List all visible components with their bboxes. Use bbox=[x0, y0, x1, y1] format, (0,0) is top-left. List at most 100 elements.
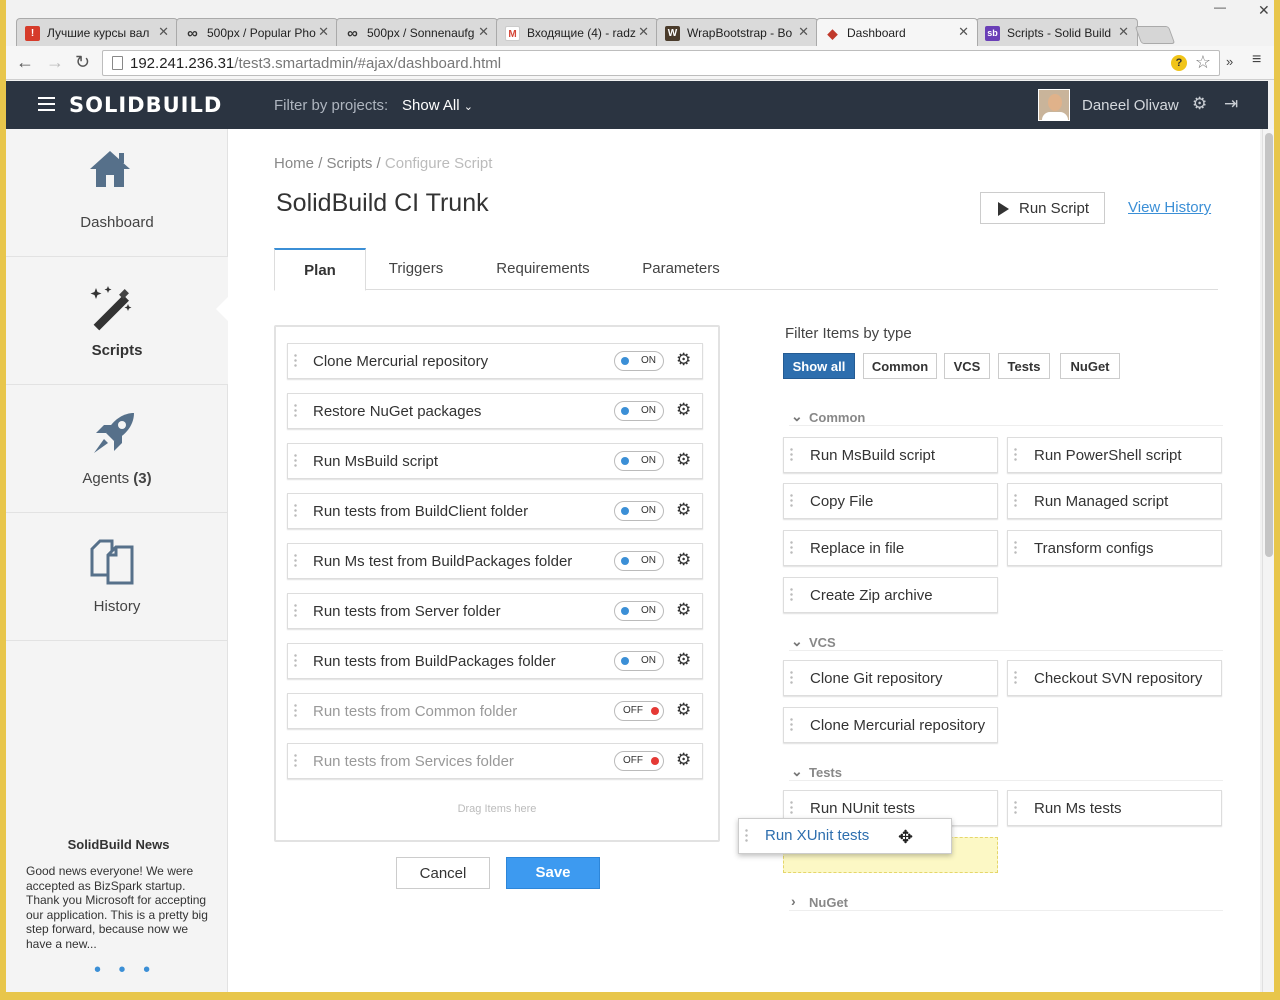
browser-tab[interactable]: M Входящие (4) - radz ✕ bbox=[496, 18, 658, 46]
library-item[interactable]: Replace in file bbox=[783, 530, 998, 566]
toggle-switch[interactable]: OFF bbox=[614, 751, 664, 771]
library-item[interactable]: Checkout SVN repository bbox=[1007, 660, 1222, 696]
drag-handle-icon[interactable] bbox=[1014, 800, 1017, 816]
plan-item[interactable]: Run MsBuild script ON ⚙ bbox=[287, 443, 703, 479]
forward-arrow-icon[interactable]: → bbox=[46, 52, 64, 73]
toggle-switch[interactable]: OFF bbox=[614, 701, 664, 721]
filter-nuget-button[interactable]: NuGet bbox=[1060, 353, 1120, 379]
close-icon[interactable]: ✕ bbox=[158, 24, 169, 40]
drag-handle-icon[interactable] bbox=[745, 828, 748, 844]
run-script-button[interactable]: Run Script bbox=[980, 192, 1105, 224]
plan-item[interactable]: Run tests from BuildPackages folder ON ⚙ bbox=[287, 643, 703, 679]
library-item[interactable]: Run Managed script bbox=[1007, 483, 1222, 519]
drag-handle-icon[interactable] bbox=[790, 540, 793, 556]
breadcrumb-home[interactable]: Home bbox=[274, 155, 314, 172]
reload-icon[interactable]: ↻ bbox=[75, 52, 90, 73]
bookmark-star-icon[interactable]: ☆ bbox=[1195, 52, 1211, 73]
browser-tab[interactable]: ∞ 500px / Sonnenaufg ✕ bbox=[336, 18, 498, 46]
close-icon[interactable]: ✕ bbox=[318, 24, 329, 40]
drag-handle-icon[interactable] bbox=[790, 670, 793, 686]
plan-item[interactable]: Run tests from Server folder ON ⚙ bbox=[287, 593, 703, 629]
gear-icon[interactable]: ⚙ bbox=[676, 750, 691, 770]
library-item[interactable]: Copy File bbox=[783, 483, 998, 519]
filter-show-all-button[interactable]: Show all bbox=[783, 353, 855, 379]
close-icon[interactable]: ✕ bbox=[478, 24, 489, 40]
drag-handle-icon[interactable] bbox=[294, 753, 297, 769]
drag-handle-icon[interactable] bbox=[790, 493, 793, 509]
new-tab-button[interactable] bbox=[1134, 26, 1176, 44]
drag-handle-icon[interactable] bbox=[294, 453, 297, 469]
cancel-button[interactable]: Cancel bbox=[396, 857, 490, 889]
menu-icon[interactable]: ≡ bbox=[1252, 51, 1261, 69]
toggle-switch[interactable]: ON bbox=[614, 401, 664, 421]
library-item[interactable]: Run Ms tests bbox=[1007, 790, 1222, 826]
plan-item[interactable]: Run tests from Services folder OFF ⚙ bbox=[287, 743, 703, 779]
sidebar-item-agents[interactable]: Agents (3) bbox=[6, 385, 228, 513]
sidebar-item-scripts[interactable]: Scripts bbox=[6, 257, 228, 385]
toggle-switch[interactable]: ON bbox=[614, 451, 664, 471]
toggle-switch[interactable]: ON bbox=[614, 551, 664, 571]
tab-plan[interactable]: Plan bbox=[274, 248, 366, 291]
browser-tab[interactable]: W WrapBootstrap - Bo ✕ bbox=[656, 18, 818, 46]
library-item[interactable]: Clone Git repository bbox=[783, 660, 998, 696]
drag-handle-icon[interactable] bbox=[294, 603, 297, 619]
plan-item[interactable]: Run tests from BuildClient folder ON ⚙ bbox=[287, 493, 703, 529]
drag-handle-icon[interactable] bbox=[294, 703, 297, 719]
filter-tests-button[interactable]: Tests bbox=[998, 353, 1050, 379]
brand-logo[interactable]: SOLIDBUILD bbox=[69, 93, 222, 117]
sidebar-item-dashboard[interactable]: Dashboard bbox=[6, 129, 228, 257]
library-item[interactable]: Clone Mercurial repository bbox=[783, 707, 998, 743]
browser-tab[interactable]: sb Scripts - Solid Build ✕ bbox=[976, 18, 1138, 46]
toggle-switch[interactable]: ON bbox=[614, 501, 664, 521]
group-header-tests[interactable]: ⌄ Tests bbox=[789, 763, 1223, 781]
gear-icon[interactable]: ⚙ bbox=[1192, 94, 1207, 114]
sidebar-item-history[interactable]: History bbox=[6, 513, 228, 641]
tab-triggers[interactable]: Triggers bbox=[378, 248, 454, 290]
close-icon[interactable]: ✕ bbox=[798, 24, 809, 40]
scrollbar-thumb[interactable] bbox=[1265, 133, 1273, 557]
toggle-switch[interactable]: ON bbox=[614, 601, 664, 621]
avatar[interactable] bbox=[1038, 89, 1070, 121]
toggle-switch[interactable]: ON bbox=[614, 651, 664, 671]
filter-common-button[interactable]: Common bbox=[863, 353, 937, 379]
drag-handle-icon[interactable] bbox=[1014, 670, 1017, 686]
gear-icon[interactable]: ⚙ bbox=[676, 500, 691, 520]
library-item[interactable]: Run MsBuild script bbox=[783, 437, 998, 473]
gear-icon[interactable]: ⚙ bbox=[676, 550, 691, 570]
close-icon[interactable]: ✕ bbox=[958, 24, 969, 40]
view-history-link[interactable]: View History bbox=[1128, 199, 1211, 216]
dragging-item[interactable]: Run XUnit tests bbox=[738, 818, 952, 854]
gear-icon[interactable]: ⚙ bbox=[676, 350, 691, 370]
drag-handle-icon[interactable] bbox=[294, 653, 297, 669]
group-header-vcs[interactable]: ⌄ VCS bbox=[789, 633, 1223, 651]
address-bar[interactable]: 192.241.236.31/test3.smartadmin/#ajax/da… bbox=[102, 50, 1220, 76]
extension-icon[interactable]: ? bbox=[1171, 55, 1187, 71]
toggle-switch[interactable]: ON bbox=[614, 351, 664, 371]
more-chevron-icon[interactable]: » bbox=[1226, 54, 1233, 69]
close-icon[interactable]: ✕ bbox=[638, 24, 649, 40]
browser-tab[interactable]: ! Лучшие курсы вал ✕ bbox=[16, 18, 178, 46]
gear-icon[interactable]: ⚙ bbox=[676, 600, 691, 620]
minimize-icon[interactable]: — bbox=[1214, 0, 1226, 14]
tab-requirements[interactable]: Requirements bbox=[488, 248, 598, 290]
breadcrumb-scripts[interactable]: Scripts bbox=[327, 155, 373, 172]
news-more-button[interactable]: • • • bbox=[94, 959, 156, 982]
drag-handle-icon[interactable] bbox=[790, 447, 793, 463]
close-window-icon[interactable]: ✕ bbox=[1258, 2, 1270, 19]
drag-handle-icon[interactable] bbox=[790, 800, 793, 816]
drag-handle-icon[interactable] bbox=[1014, 540, 1017, 556]
gear-icon[interactable]: ⚙ bbox=[676, 400, 691, 420]
user-name[interactable]: Daneel Olivaw bbox=[1082, 97, 1179, 114]
gear-icon[interactable]: ⚙ bbox=[676, 450, 691, 470]
close-icon[interactable]: ✕ bbox=[1118, 24, 1129, 40]
save-button[interactable]: Save bbox=[506, 857, 600, 889]
filter-vcs-button[interactable]: VCS bbox=[944, 353, 990, 379]
drag-handle-icon[interactable] bbox=[1014, 447, 1017, 463]
library-item[interactable]: Run PowerShell script bbox=[1007, 437, 1222, 473]
plan-item[interactable]: Clone Mercurial repository ON ⚙ bbox=[287, 343, 703, 379]
tab-parameters[interactable]: Parameters bbox=[638, 248, 724, 290]
drag-handle-icon[interactable] bbox=[294, 503, 297, 519]
library-item[interactable]: Create Zip archive bbox=[783, 577, 998, 613]
group-header-nuget[interactable]: › NuGet bbox=[789, 893, 1223, 911]
browser-tab-active[interactable]: ◆ Dashboard ✕ bbox=[816, 18, 978, 46]
